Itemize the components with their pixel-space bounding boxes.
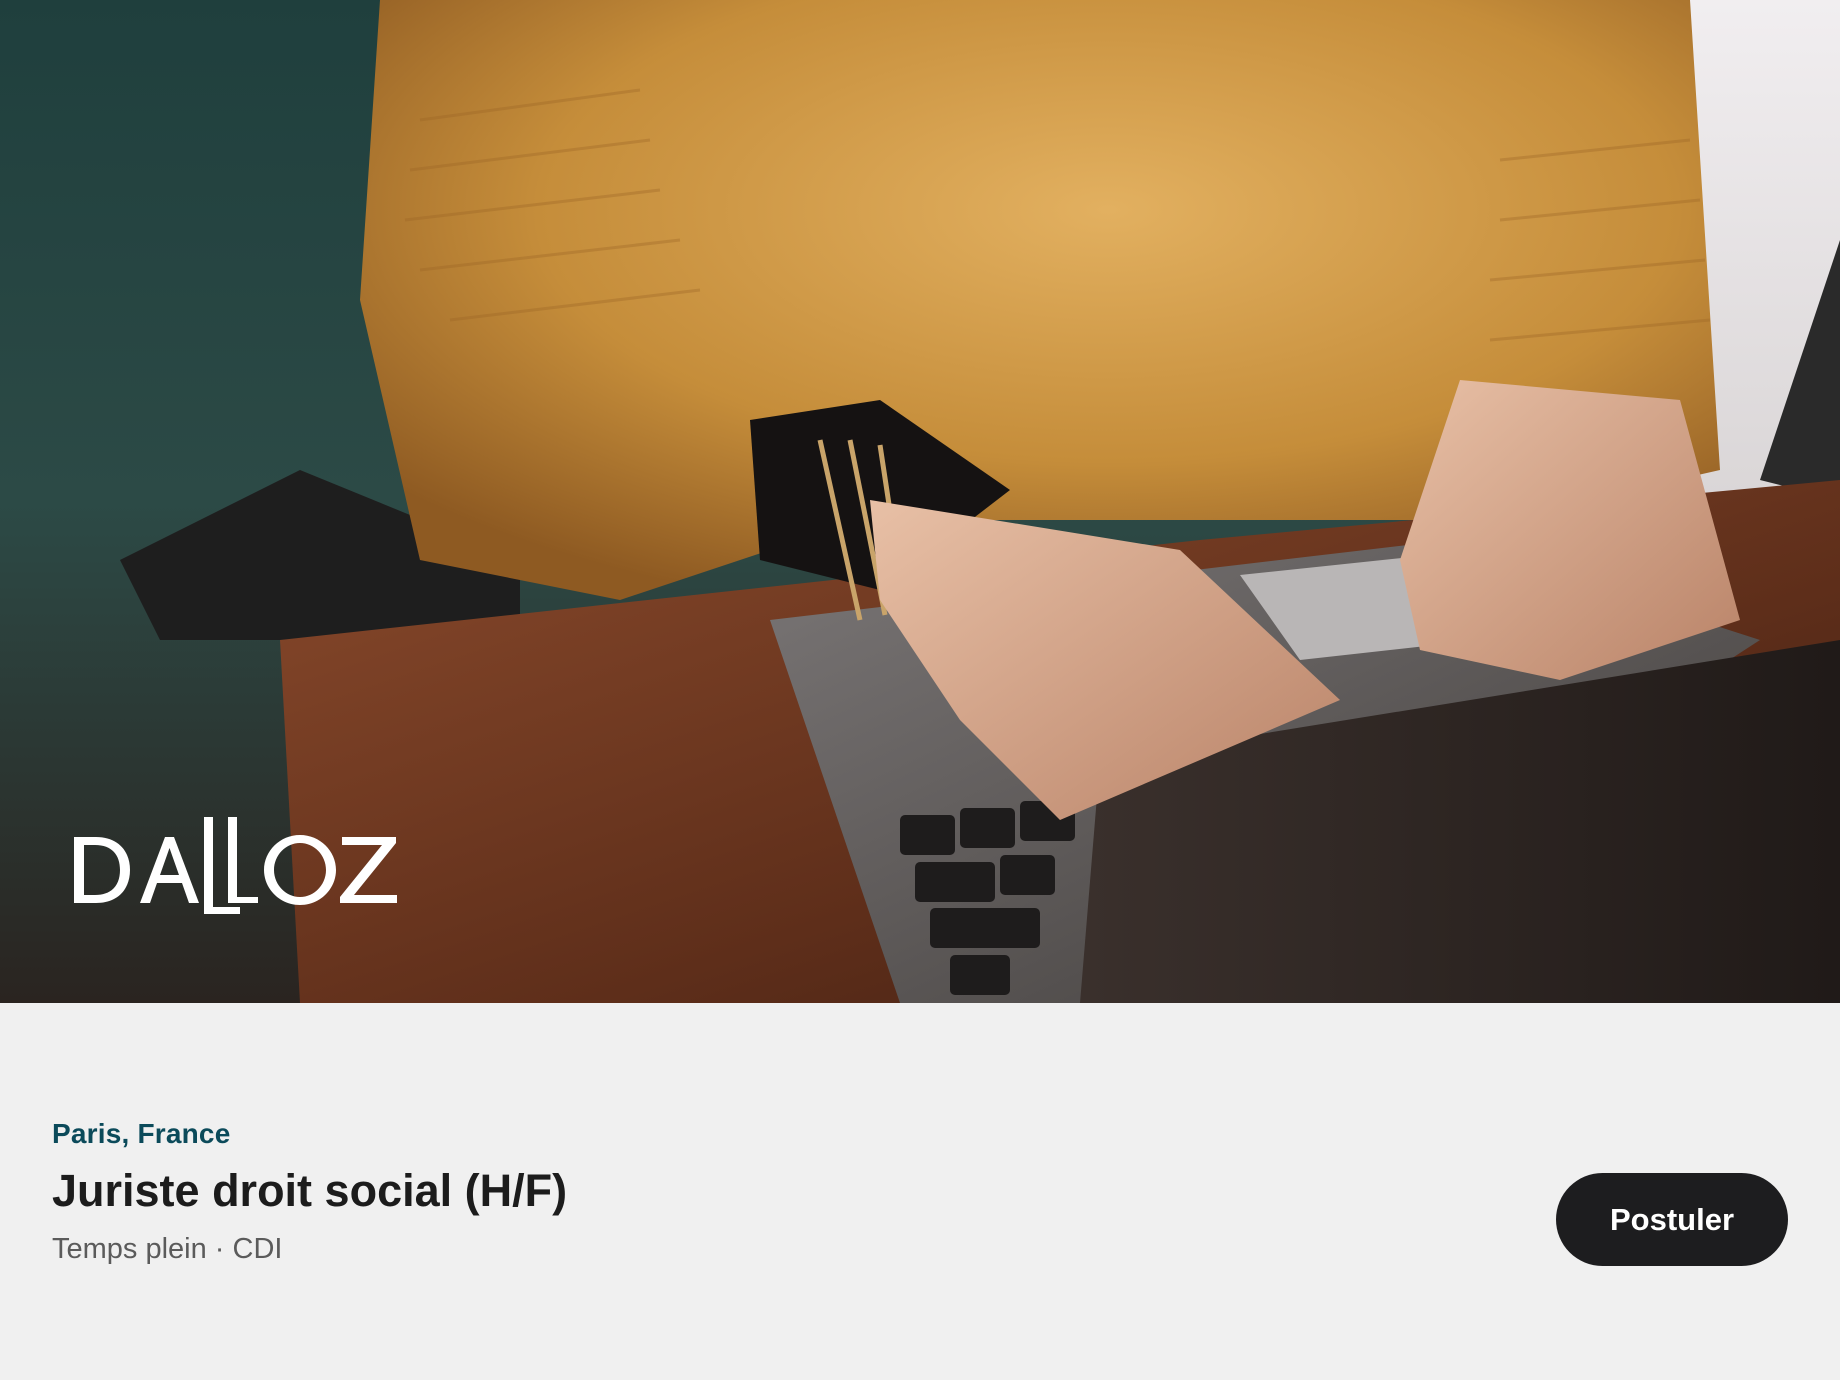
hero-image [0, 0, 1840, 1003]
job-summary: Paris, France Juriste droit social (H/F)… [0, 1003, 1840, 1380]
job-location: Paris, France [52, 1118, 231, 1149]
job-title: Juriste droit social (H/F) [52, 1165, 568, 1216]
job-meta: Temps plein · CDI [52, 1233, 283, 1265]
apply-button[interactable]: Postuler [1556, 1173, 1788, 1266]
dalloz-logo [74, 817, 397, 914]
